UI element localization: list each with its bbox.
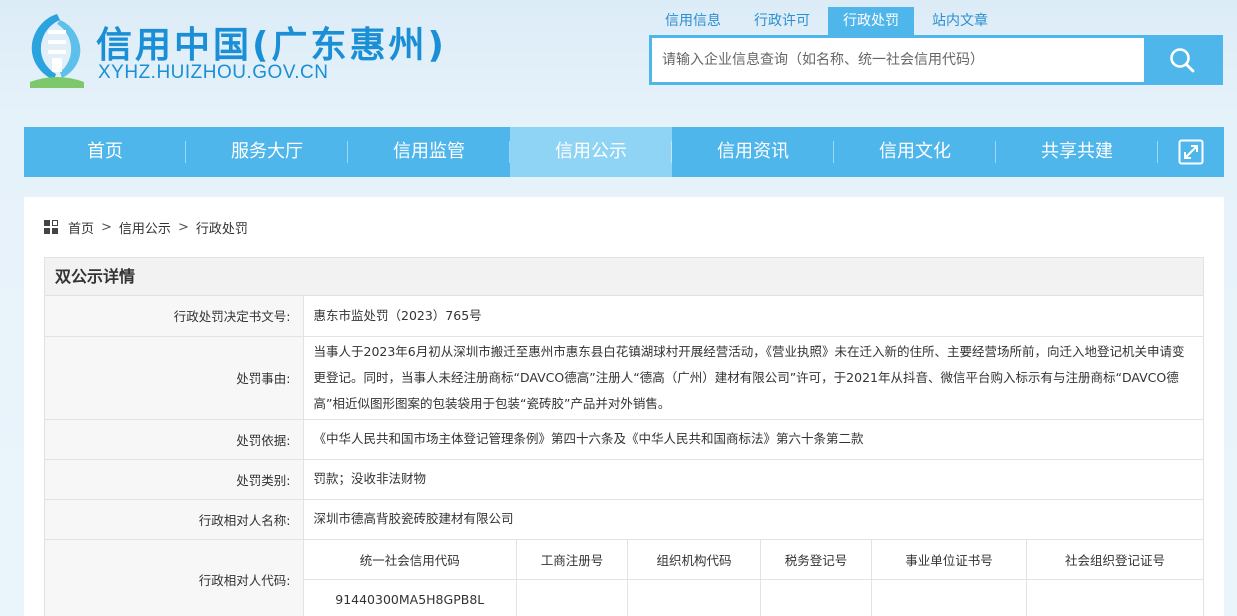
col-tax-reg-no: 税务登记号 <box>760 539 872 580</box>
detail-panel: 双公示详情 行政处罚决定书文号: 惠东市监处罚（2023）765号 处罚事由: … <box>44 257 1204 616</box>
search-tab-site-articles[interactable]: 站内文章 <box>917 7 1003 35</box>
grid-icon <box>44 220 58 234</box>
table-row: 处罚类别: 罚款；没收非法财物 <box>45 459 1203 500</box>
table-row: 处罚事由: 当事人于2023年6月初从深圳市搬迁至惠州市惠东县白花镇湖球村开展经… <box>45 336 1203 420</box>
social-org-reg-no-value <box>1026 579 1203 616</box>
row-label: 行政相对人名称: <box>45 499 304 540</box>
search-input[interactable] <box>652 38 1144 82</box>
org-code-value <box>627 579 761 616</box>
nav-item-credit-news[interactable]: 信用资讯 <box>672 127 834 177</box>
search-tab-admin-license[interactable]: 行政许可 <box>739 7 825 35</box>
nav-item-credit-supervision[interactable]: 信用监管 <box>348 127 510 177</box>
expand-icon <box>1178 139 1204 165</box>
breadcrumb-home[interactable]: 首页 <box>68 218 94 237</box>
decision-number-value: 惠东市监处罚（2023）765号 <box>303 296 1203 337</box>
huizhou-credit-logo-icon <box>30 14 84 88</box>
penalty-reason-value: 当事人于2023年6月初从深圳市搬迁至惠州市惠东县白花镇湖球村开展经营活动，《营… <box>303 336 1203 420</box>
code-value-row: 91440300MA5H8GPB8L <box>303 579 1203 616</box>
breadcrumb-separator: > <box>101 219 112 235</box>
main-nav: 首页 服务大厅 信用监管 信用公示 信用资讯 信用文化 共享共建 <box>24 127 1224 177</box>
col-business-reg-no: 工商注册号 <box>516 539 628 580</box>
search-tab-credit-info[interactable]: 信用信息 <box>650 7 736 35</box>
row-label: 处罚类别: <box>45 459 304 500</box>
nav-item-service-hall[interactable]: 服务大厅 <box>186 127 348 177</box>
nav-item-co-construction[interactable]: 共享共建 <box>996 127 1158 177</box>
code-table: 统一社会信用代码 工商注册号 组织机构代码 税务登记号 事业单位证书号 社会组织… <box>303 539 1203 616</box>
col-org-code: 组织机构代码 <box>627 539 761 580</box>
site-title: 信用中国(广东惠州) <box>96 25 447 66</box>
detail-title: 双公示详情 <box>45 258 1203 296</box>
search-tabs: 信用信息 行政许可 行政处罚 站内文章 <box>650 7 1006 35</box>
nav-item-credit-publicity[interactable]: 信用公示 <box>510 127 672 177</box>
code-header-row: 统一社会信用代码 工商注册号 组织机构代码 税务登记号 事业单位证书号 社会组织… <box>303 539 1203 580</box>
counterparty-name-value: 深圳市德高背胶瓷砖胶建材有限公司 <box>303 499 1203 540</box>
col-institution-cert-no: 事业单位证书号 <box>871 539 1027 580</box>
institution-cert-no-value <box>871 579 1027 616</box>
row-label: 处罚事由: <box>45 336 304 420</box>
col-unified-credit-code: 统一社会信用代码 <box>303 539 517 580</box>
breadcrumb-separator: > <box>177 219 189 235</box>
business-reg-no-value <box>516 579 628 616</box>
search-button[interactable] <box>1144 38 1220 82</box>
code-cell: 统一社会信用代码 工商注册号 组织机构代码 税务登记号 事业单位证书号 社会组织… <box>303 539 1203 616</box>
nav-item-home[interactable]: 首页 <box>24 127 186 177</box>
unified-credit-code-value: 91440300MA5H8GPB8L <box>303 579 517 616</box>
row-label: 处罚依据: <box>45 419 304 460</box>
search-box <box>649 35 1223 85</box>
breadcrumb-credit-publicity[interactable]: 信用公示 <box>119 218 171 237</box>
search-tab-admin-penalty[interactable]: 行政处罚 <box>828 7 914 35</box>
penalty-basis-value: 《中华人民共和国市场主体登记管理条例》第四十六条及《中华人民共和国商标法》第六十… <box>303 419 1203 460</box>
detail-table: 行政处罚决定书文号: 惠东市监处罚（2023）765号 处罚事由: 当事人于20… <box>45 296 1203 616</box>
row-label: 行政处罚决定书文号: <box>45 296 304 337</box>
content-panel: 首页 > 信用公示 > 行政处罚 双公示详情 行政处罚决定书文号: 惠东市监处罚… <box>24 197 1224 616</box>
site-logo[interactable]: 信用中国(广东惠州) XYHZ.HUIZHOU.GOV.CN <box>26 10 446 90</box>
tax-reg-no-value <box>760 579 872 616</box>
nav-item-credit-culture[interactable]: 信用文化 <box>834 127 996 177</box>
table-row: 行政处罚决定书文号: 惠东市监处罚（2023）765号 <box>45 296 1203 337</box>
row-label: 行政相对人代码: <box>45 539 304 616</box>
breadcrumb-admin-penalty[interactable]: 行政处罚 <box>196 218 248 237</box>
search-icon <box>1170 48 1195 73</box>
site-domain: XYHZ.HUIZHOU.GOV.CN <box>98 62 329 83</box>
nav-expand-button[interactable] <box>1158 127 1224 177</box>
penalty-type-value: 罚款；没收非法财物 <box>303 459 1203 500</box>
table-row: 处罚依据: 《中华人民共和国市场主体登记管理条例》第四十六条及《中华人民共和国商… <box>45 419 1203 460</box>
breadcrumb: 首页 > 信用公示 > 行政处罚 <box>44 218 248 237</box>
table-row: 行政相对人名称: 深圳市德高背胶瓷砖胶建材有限公司 <box>45 499 1203 540</box>
col-social-org-reg-no: 社会组织登记证号 <box>1026 539 1203 580</box>
table-row: 行政相对人代码: 统一社会信用代码 工商注册号 组织机构代码 税务登记号 事业单… <box>45 539 1203 616</box>
